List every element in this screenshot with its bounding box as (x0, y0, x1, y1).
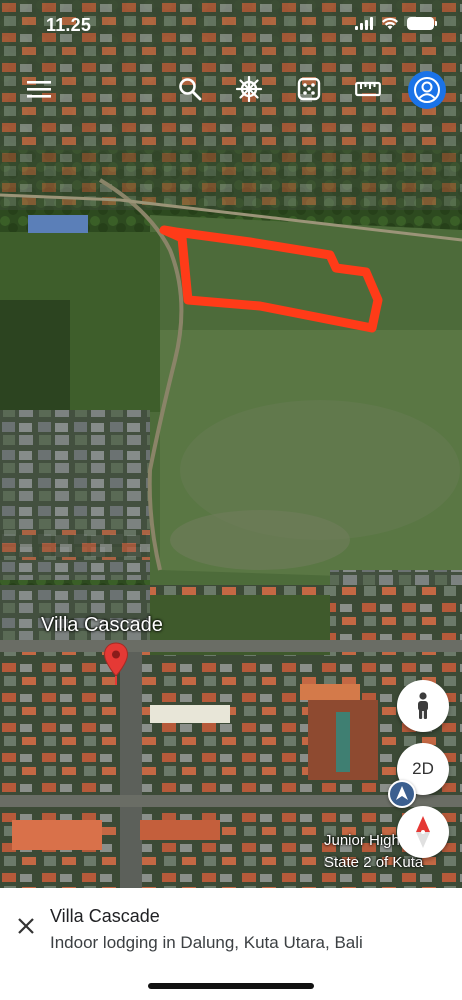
place-title: Villa Cascade (50, 906, 160, 926)
location-arrow-icon (396, 786, 408, 800)
profile-button[interactable] (408, 71, 446, 109)
street-view-button[interactable] (397, 680, 449, 732)
cellular-signal-icon (355, 17, 373, 30)
measure-button[interactable] (347, 68, 389, 110)
compass-icon (416, 816, 430, 848)
ruler-icon (355, 81, 381, 97)
compass-button[interactable] (397, 806, 449, 858)
feeling-lucky-button[interactable] (288, 68, 330, 110)
navigation-marker[interactable] (388, 780, 416, 808)
place-label[interactable]: Villa Cascade (41, 614, 163, 637)
status-bar: 11.25 (0, 0, 462, 52)
dice-icon (297, 77, 321, 101)
profile-icon (414, 77, 440, 103)
ship-wheel-icon (236, 76, 262, 102)
top-toolbar (0, 68, 462, 114)
close-button[interactable] (12, 912, 40, 940)
close-icon (18, 918, 34, 934)
menu-button[interactable] (18, 68, 60, 110)
satellite-map[interactable] (0, 0, 462, 888)
satellite-imagery (0, 0, 462, 888)
place-subtitle: Indoor lodging in Dalung, Kuta Utara, Ba… (50, 933, 363, 952)
status-time: 11.25 (46, 15, 92, 35)
place-pin-icon[interactable] (103, 642, 129, 686)
status-icons (355, 17, 437, 30)
wifi-icon (382, 17, 398, 30)
menu-icon (27, 81, 51, 98)
search-icon (179, 78, 202, 101)
battery-icon (407, 17, 437, 30)
voyager-button[interactable] (228, 68, 270, 110)
pegman-icon (418, 692, 428, 719)
home-indicator[interactable] (148, 983, 314, 989)
search-button[interactable] (169, 68, 211, 110)
